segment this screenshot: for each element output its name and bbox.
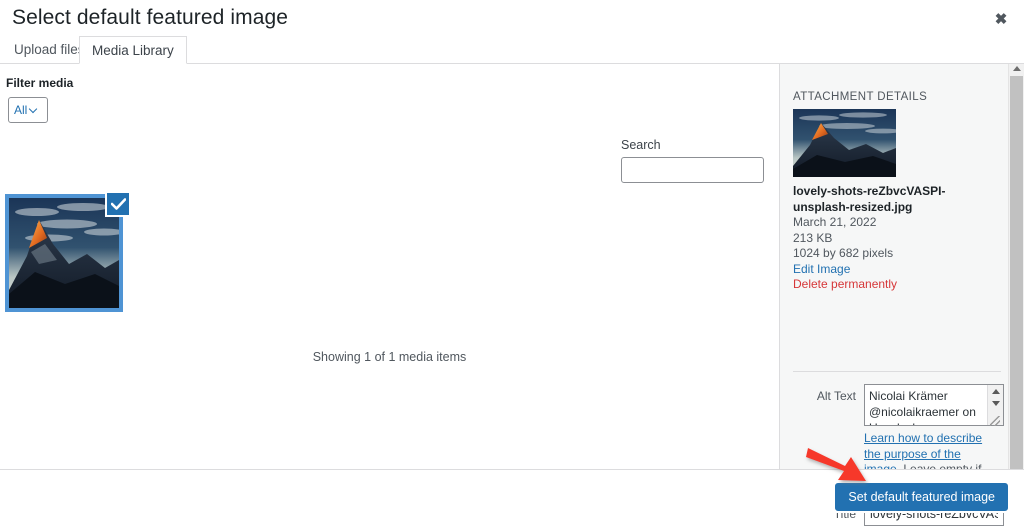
- page-title: Select default featured image: [12, 6, 289, 29]
- tab-media-library[interactable]: Media Library: [79, 36, 187, 64]
- alt-text-input[interactable]: [864, 384, 1004, 426]
- attachment-selected-checkbox[interactable]: [105, 191, 131, 217]
- attachment-details-heading: ATTACHMENT DETAILS: [793, 91, 928, 103]
- attachment-date: March 21, 2022: [793, 215, 877, 229]
- media-count-status: Showing 1 of 1 media items: [312, 350, 467, 364]
- details-divider: [793, 371, 1001, 372]
- attachment-filesize: 213 KB: [793, 230, 833, 245]
- media-modal: Select default featured image ✖ Upload f…: [0, 0, 1024, 526]
- filter-media-select[interactable]: All: [8, 97, 48, 123]
- resize-grip-icon[interactable]: [990, 416, 1000, 426]
- alt-text-label: Alt Text: [816, 389, 856, 403]
- attachment-metadata: lovely-shots-reZbvcVASPI-unsplash-resize…: [793, 184, 993, 293]
- delete-permanently-link[interactable]: Delete permanently: [793, 277, 897, 293]
- modal-header: Select default featured image ✖: [0, 0, 1024, 36]
- attachment-dimensions: 1024 by 682 pixels: [793, 246, 894, 260]
- close-icon[interactable]: ✖: [984, 2, 1018, 36]
- filter-media-label: Filter media: [6, 76, 74, 90]
- check-icon: [110, 198, 126, 210]
- details-scrollbar-thumb[interactable]: [1010, 76, 1023, 476]
- attachment-filename: lovely-shots-reZbvcVASPI-unsplash-resize…: [793, 184, 946, 214]
- filter-media-value: All: [14, 103, 28, 117]
- modal-footer: Set default featured image: [0, 469, 1024, 513]
- scroll-up-icon[interactable]: [1013, 66, 1021, 71]
- mountain-photo-small: [793, 109, 896, 177]
- search-label: Search: [621, 138, 661, 152]
- set-default-featured-image-button[interactable]: Set default featured image: [835, 483, 1008, 511]
- modal-tabs: Upload files Media Library: [0, 36, 1024, 64]
- mountain-photo: [9, 198, 119, 308]
- media-browser: Filter media All Search Showing 1 of 1 m…: [0, 64, 779, 469]
- attachment-details-thumbnail: [793, 109, 896, 177]
- search-input[interactable]: [621, 157, 764, 183]
- chevron-down-icon: [30, 106, 38, 114]
- modal-body: Filter media All Search Showing 1 of 1 m…: [0, 64, 1024, 526]
- edit-image-link[interactable]: Edit Image: [793, 262, 850, 278]
- details-scrollbar[interactable]: [1008, 64, 1024, 476]
